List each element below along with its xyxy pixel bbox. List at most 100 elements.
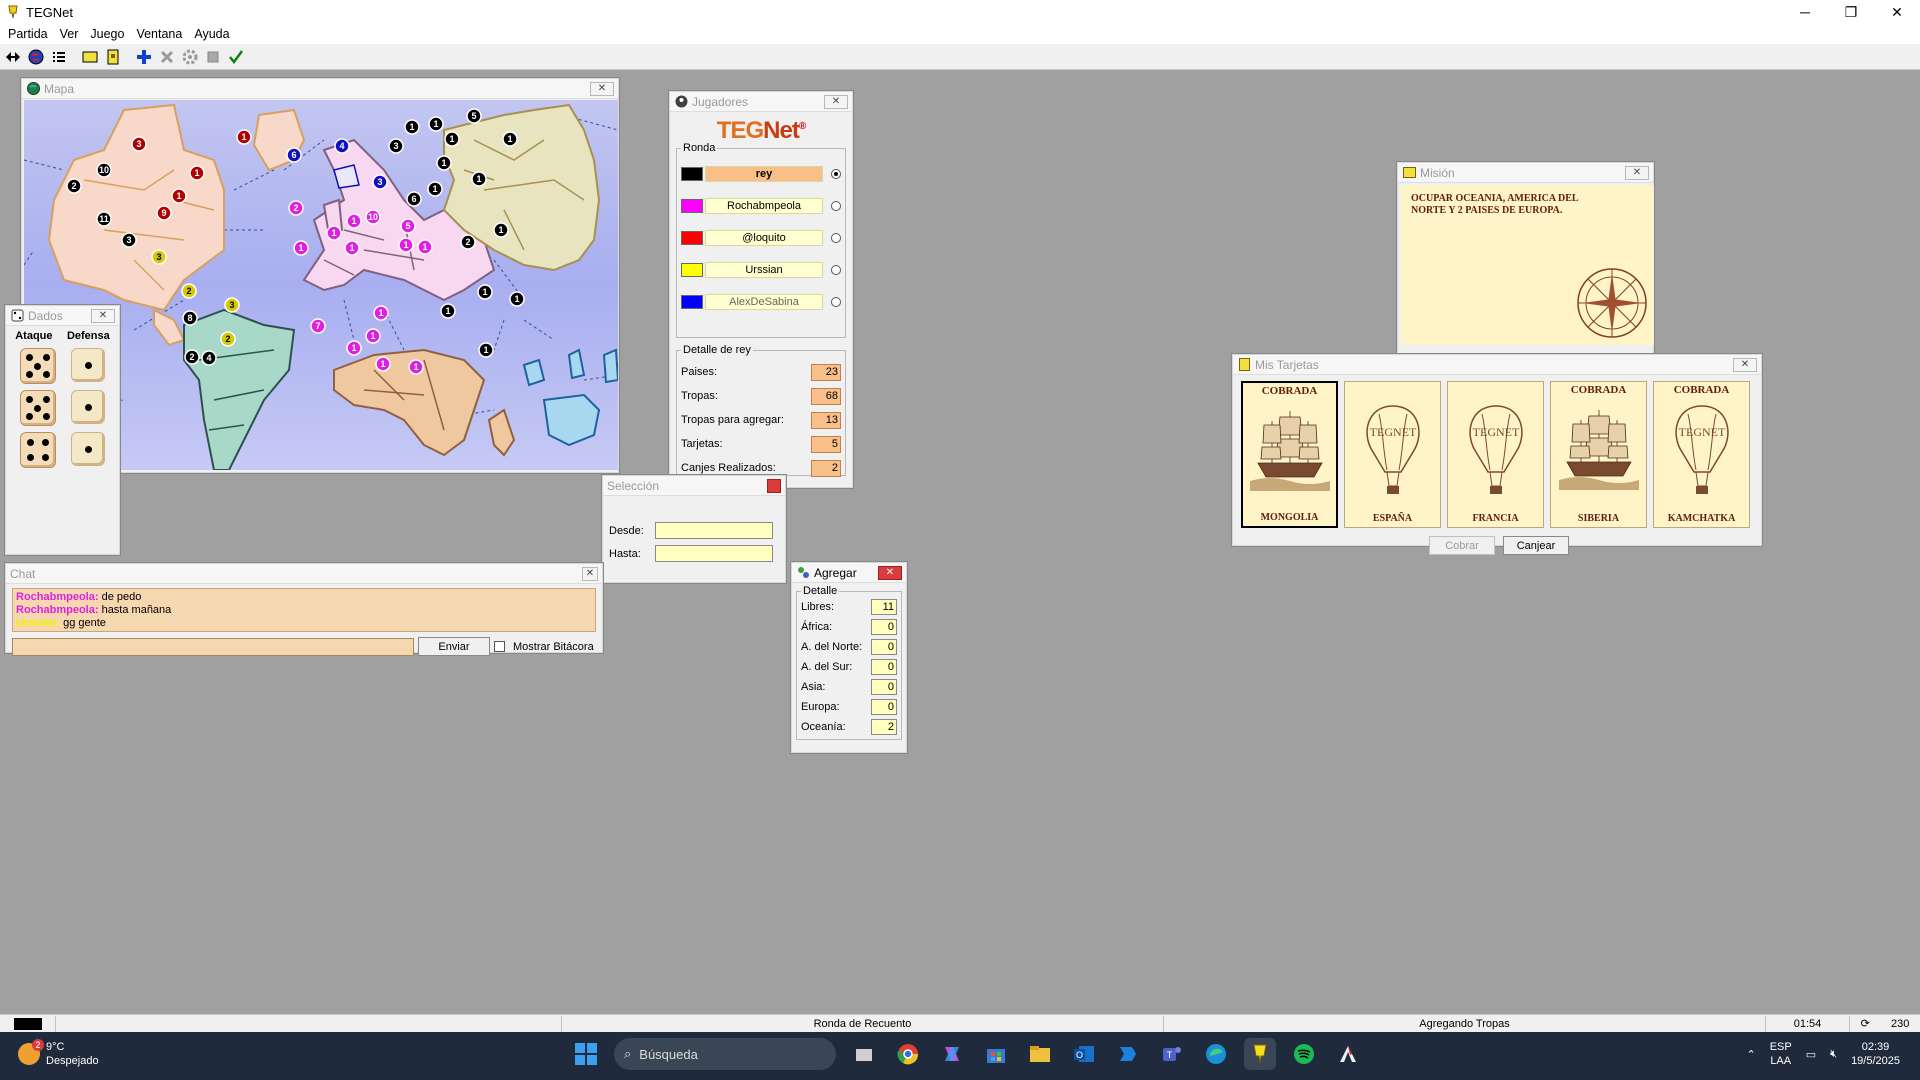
map-window-titlebar[interactable]: Mapa ✕	[22, 79, 618, 99]
army-marker[interactable]: 5	[466, 108, 482, 124]
army-marker[interactable]: 1	[477, 284, 493, 300]
army-marker[interactable]: 2	[460, 234, 476, 250]
army-marker[interactable]: 6	[286, 147, 302, 163]
country-card[interactable]: COBRADA TEGNET KAMCHATKA	[1653, 381, 1750, 528]
army-marker[interactable]: 1	[440, 303, 456, 319]
copilot-icon[interactable]	[936, 1038, 968, 1070]
card-alt-icon[interactable]	[102, 46, 123, 67]
menu-partida[interactable]: Partida	[2, 27, 54, 41]
file-explorer-icon[interactable]	[1024, 1038, 1056, 1070]
add-window-close-icon[interactable]: ✕	[878, 565, 902, 580]
army-marker[interactable]: 2	[220, 331, 236, 347]
exchange-button[interactable]: Canjear	[1503, 536, 1569, 555]
add-row-value[interactable]: 0	[871, 619, 897, 635]
army-marker[interactable]: 2	[181, 283, 197, 299]
army-marker[interactable]: 1	[326, 225, 342, 241]
volume-muted-icon[interactable]: 🔇︎	[1830, 1048, 1837, 1061]
army-marker[interactable]: 1	[428, 116, 444, 132]
army-marker[interactable]: 1	[346, 213, 362, 229]
add-row-value[interactable]: 0	[871, 639, 897, 655]
menu-ventana[interactable]: Ventana	[130, 27, 188, 41]
army-marker[interactable]: 1	[478, 342, 494, 358]
add-window-titlebar[interactable]: Agregar ✕	[792, 563, 906, 583]
army-marker[interactable]: 1	[493, 222, 509, 238]
power-automate-icon[interactable]	[1112, 1038, 1144, 1070]
cards-window-close-icon[interactable]: ✕	[1733, 357, 1757, 372]
player-radio[interactable]	[831, 201, 841, 211]
army-marker[interactable]: 4	[334, 138, 350, 154]
maximize-button[interactable]: ❐	[1828, 0, 1874, 24]
army-marker[interactable]: 1	[365, 328, 381, 344]
country-card[interactable]: COBRADA SIBERIA	[1550, 381, 1647, 528]
player-radio[interactable]	[831, 265, 841, 275]
player-radio[interactable]	[831, 297, 841, 307]
country-card[interactable]: TEGNET FRANCIA	[1447, 381, 1544, 528]
army-marker[interactable]: 1	[236, 129, 252, 145]
language-indicator[interactable]: ESP LAA	[1770, 1040, 1792, 1068]
card-icon[interactable]	[79, 46, 100, 67]
army-marker[interactable]: 1	[471, 171, 487, 187]
plus-icon[interactable]	[133, 46, 154, 67]
army-marker[interactable]: 1	[404, 119, 420, 135]
army-marker[interactable]: 3	[388, 138, 404, 154]
add-row-value[interactable]: 0	[871, 659, 897, 675]
to-field[interactable]	[655, 545, 773, 562]
map-window-close-icon[interactable]: ✕	[590, 81, 614, 96]
army-marker[interactable]: 1	[509, 291, 525, 307]
army-marker[interactable]: 10	[96, 162, 112, 178]
taskbar-search[interactable]: ⌕ Búsqueda	[614, 1038, 836, 1070]
outlook-icon[interactable]: O	[1068, 1038, 1100, 1070]
menu-ayuda[interactable]: Ayuda	[188, 27, 235, 41]
army-marker[interactable]: 1	[502, 131, 518, 147]
player-row[interactable]: rey	[681, 158, 841, 190]
army-marker[interactable]: 3	[131, 136, 147, 152]
player-radio[interactable]	[831, 233, 841, 243]
tegnet-taskbar-icon[interactable]	[1244, 1038, 1276, 1070]
player-row[interactable]: Rochabmpeola	[681, 190, 841, 222]
add-row-value[interactable]: 0	[871, 679, 897, 695]
army-marker[interactable]: 1	[293, 240, 309, 256]
army-marker[interactable]: 3	[224, 297, 240, 313]
army-marker[interactable]: 1	[398, 237, 414, 253]
army-marker[interactable]: 1	[189, 165, 205, 181]
connect-icon[interactable]	[2, 46, 23, 67]
selection-window-titlebar[interactable]: Selección	[603, 476, 785, 496]
chat-window-titlebar[interactable]: Chat ✕	[6, 564, 602, 584]
close-button[interactable]: ✕	[1874, 0, 1920, 24]
weather-widget[interactable]: 2 9°C Despejado	[18, 1039, 99, 1068]
adobe-icon[interactable]	[1332, 1038, 1364, 1070]
stop-icon[interactable]	[202, 46, 223, 67]
collect-button[interactable]: Cobrar	[1429, 536, 1495, 555]
globe-icon[interactable]	[25, 46, 46, 67]
check-icon[interactable]	[225, 46, 246, 67]
minimize-button[interactable]: ─	[1782, 0, 1828, 24]
army-marker[interactable]: 1	[436, 155, 452, 171]
army-marker[interactable]: 2	[288, 200, 304, 216]
army-marker[interactable]: 1	[171, 188, 187, 204]
army-marker[interactable]: 2	[184, 349, 200, 365]
show-log-checkbox[interactable]	[494, 641, 505, 652]
edge-icon[interactable]	[1200, 1038, 1232, 1070]
army-marker[interactable]: 1	[417, 239, 433, 255]
player-radio[interactable]	[831, 169, 841, 179]
spotify-icon[interactable]	[1288, 1038, 1320, 1070]
add-row-value[interactable]: 2	[871, 719, 897, 735]
army-marker[interactable]: 1	[346, 340, 362, 356]
cross-icon[interactable]	[156, 46, 177, 67]
army-marker[interactable]: 1	[344, 240, 360, 256]
windows-start-icon[interactable]	[570, 1038, 602, 1070]
army-marker[interactable]: 3	[121, 232, 137, 248]
chat-window-close-icon[interactable]: ✕	[582, 566, 598, 581]
task-view-icon[interactable]	[848, 1038, 880, 1070]
army-marker[interactable]: 3	[151, 249, 167, 265]
army-marker[interactable]: 4	[201, 350, 217, 366]
send-button[interactable]: Enviar	[418, 637, 490, 656]
army-marker[interactable]: 8	[182, 310, 198, 326]
army-marker[interactable]: 1	[373, 305, 389, 321]
dice-window-titlebar[interactable]: Dados ✕	[6, 306, 119, 326]
country-card[interactable]: COBRADA MONGOLIA	[1241, 381, 1338, 528]
chevron-up-icon[interactable]: ⌃	[1746, 1048, 1755, 1061]
army-marker[interactable]: 10	[365, 209, 381, 225]
army-marker[interactable]: 6	[406, 191, 422, 207]
dice-window-close-icon[interactable]: ✕	[91, 308, 115, 323]
